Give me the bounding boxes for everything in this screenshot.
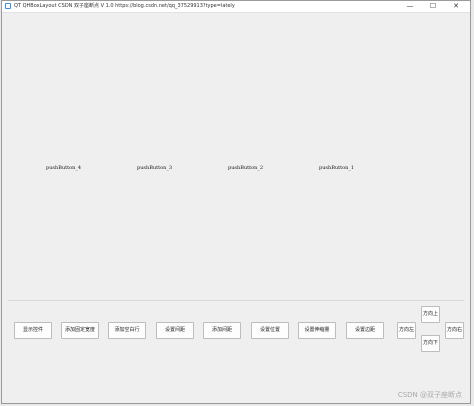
push-button-1[interactable]: pushButton_1 (319, 165, 354, 171)
direction-left-button[interactable]: 方向左 (397, 322, 416, 339)
app-icon (5, 3, 11, 9)
set-spacing-button[interactable]: 设置间距 (156, 322, 194, 339)
push-button-4[interactable]: pushButton_4 (46, 165, 81, 171)
add-spacing-button[interactable]: 添加间距 (203, 322, 241, 339)
add-blank-row-button[interactable]: 添加空白行 (108, 322, 146, 339)
hbox-layout-area: pushButton_4 pushButton_3 pushButton_2 p… (2, 12, 470, 299)
push-button-2[interactable]: pushButton_2 (228, 165, 263, 171)
show-widget-button[interactable]: 显示控件 (14, 322, 52, 339)
csdn-watermark: CSDN @双子座断点 (397, 391, 462, 399)
close-icon[interactable]: ✕ (446, 1, 466, 11)
set-margins-button[interactable]: 设置边距 (346, 322, 384, 339)
set-stretch-button[interactable]: 设置伸缩量 (298, 322, 336, 339)
minimize-icon[interactable]: — (400, 1, 420, 11)
push-button-3[interactable]: pushButton_3 (137, 165, 172, 171)
direction-right-button[interactable]: 方向右 (445, 322, 464, 339)
set-position-button[interactable]: 设置位置 (251, 322, 289, 339)
main-window: QT QHBoxLayout CSDN 双子座断点 V 1.0 https://… (1, 0, 471, 404)
direction-up-button[interactable]: 方向上 (421, 306, 440, 323)
add-fixed-width-button[interactable]: 添加固定宽度 (61, 322, 99, 339)
control-panel: 显示控件 添加固定宽度 添加空白行 设置间距 添加间距 设置位置 设置伸缩量 设… (8, 300, 464, 391)
maximize-icon[interactable]: ☐ (423, 1, 443, 11)
direction-down-button[interactable]: 方向下 (421, 335, 440, 352)
window-title: QT QHBoxLayout CSDN 双子座断点 V 1.0 https://… (14, 3, 235, 9)
